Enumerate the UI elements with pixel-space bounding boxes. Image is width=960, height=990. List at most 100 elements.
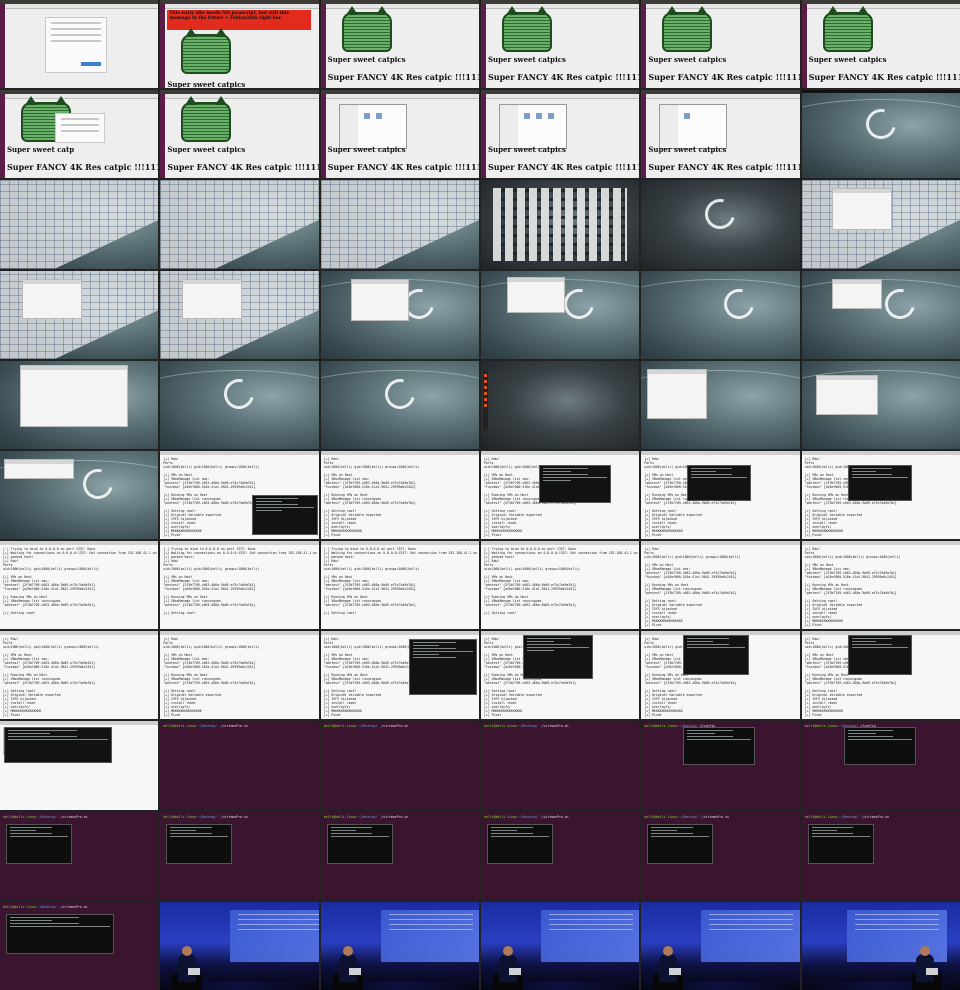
file-chooser <box>659 104 728 150</box>
terminal-window <box>538 464 611 503</box>
frame-4-cat-page: Super sweet catpics Super FANCY 4K Res c… <box>480 0 640 89</box>
laptop-icon <box>925 967 938 975</box>
frame-23-desktop <box>641 270 800 359</box>
exploit-output-text: [+] Rdw! Ports uid=1000(kelli) gid=1000(… <box>644 547 741 628</box>
app-window <box>815 374 878 415</box>
page-heading-large: Super FANCY 4K Res catpic !!!111 <box>648 162 800 173</box>
frame-62-stage-speaker <box>160 901 319 990</box>
app-dock[interactable] <box>482 370 488 431</box>
frame-66-stage-speaker <box>801 901 960 990</box>
frame-52-shell: kelli@kelli-linux:~/Desktop/ ./virtmaxPr… <box>480 721 640 810</box>
file-window <box>647 368 708 419</box>
frame-50-shell: kelli@kelli-linux:~/Desktop/ ./virtmaxPr… <box>160 721 319 810</box>
terminal-window <box>807 823 874 864</box>
terminal-window <box>252 494 319 535</box>
page-heading: Super sweet catpics <box>487 145 566 155</box>
page-heading: Super sweet catpics <box>808 55 887 64</box>
page-heading: Super sweet catpics <box>167 145 246 155</box>
app-window <box>182 278 243 319</box>
frame-21-desktop-window <box>320 270 479 359</box>
tiled-windows <box>0 180 159 269</box>
frame-17-desktop-dark <box>641 180 800 269</box>
frame-38-listener-output: [-] Trying to bind to 0.0.0.0 on port 13… <box>160 541 319 630</box>
frame-5-cat-page: Super sweet catpics Super FANCY 4K Res c… <box>641 0 800 89</box>
projection-screen <box>380 909 479 962</box>
terminal-window <box>486 823 553 864</box>
frame-26-desktop <box>160 360 319 449</box>
frame-61-shell-terminal: kelli@kelli-linux:~/Desktop/ ./virtmaxPr… <box>0 901 159 990</box>
folder-icon[interactable] <box>363 113 370 120</box>
shell-output: kelli@kelli-linux:~/Desktop/ ./virtmaxPr… <box>3 904 88 909</box>
app-window <box>350 278 409 321</box>
frame-58-shell-terminal: kelli@kelli-linux:~/Desktop/ ./virtmaxPr… <box>480 811 640 900</box>
shell-output: kelli@kelli-linux:~/Desktop/ ./virtmaxPr… <box>163 814 248 819</box>
terminal-window <box>847 464 912 501</box>
frame-11-file-dialog: Super sweet catpics Super FANCY 4K Res c… <box>641 90 800 179</box>
dialog-ok-button[interactable] <box>81 62 101 66</box>
frame-1-browser-dialog <box>0 0 159 89</box>
frame-34-exploit-output: [+] Rdw! Ports uid=1000(kelli) gid=1000(… <box>480 450 640 540</box>
terminal-window <box>4 727 112 764</box>
frame-14-spreadsheet-tiles <box>160 180 319 269</box>
shell-output: kelli@kelli-linux:~/Desktop/ ./virtmaxPr… <box>323 724 409 729</box>
app-window <box>506 276 565 313</box>
page-heading-large: Super FANCY 4K Res catpic !!!111 <box>808 72 960 82</box>
frame-33-exploit-output: [+] Rdw! Ports uid=1000(kelli) gid=1000(… <box>320 450 479 540</box>
listener-output-text: [-] Trying to bind to 0.0.0.0 on port 13… <box>323 547 478 616</box>
folder-icon[interactable] <box>547 113 554 120</box>
exploit-output-text: [+] Rdw! Ports uid=1000(kelli) gid=1000(… <box>323 456 420 537</box>
frame-3-cat-page: Super sweet catpics Super FANCY 4K Res c… <box>320 0 479 89</box>
frame-56-shell-terminal: kelli@kelli-linux:~/Desktop/ ./virtmaxPr… <box>160 811 319 900</box>
frame-57-shell-terminal: kelli@kelli-linux:~/Desktop/ ./virtmaxPr… <box>320 811 479 900</box>
terminal-window <box>847 635 912 676</box>
folder-icon[interactable] <box>523 113 530 120</box>
folder-icon[interactable] <box>535 113 542 120</box>
frame-48-exploit-output: [+] Rdw! Ports uid=1000(kelli) gid=1000(… <box>801 631 960 720</box>
frame-32-exploit-output: [+] Rdw! Ports uid=1000(kelli) gid=1000(… <box>160 450 319 540</box>
projection-screen <box>846 909 947 962</box>
shell-output: kelli@kelli-linux:~/Desktop/ ./virtmaxPr… <box>163 724 248 729</box>
frame-13-spreadsheet-tiles <box>0 180 159 269</box>
page-heading-large: Super FANCY 4K Res catpic !!!111 <box>487 162 640 173</box>
projection-screen <box>701 909 800 962</box>
browser-page <box>5 9 159 89</box>
frame-53-shell-terminal: kelli@kelli-linux:~/Desktop/ ifconfig <box>641 721 800 810</box>
frame-15-spreadsheet-tiles <box>320 180 479 269</box>
laptop-icon <box>508 967 521 975</box>
folder-icon[interactable] <box>684 113 691 120</box>
page-heading: Super sweet catpics <box>327 145 406 155</box>
exploit-output-text: [+] Rdw! Ports uid=1000(kelli) gid=1000(… <box>163 456 260 537</box>
app-window <box>4 458 74 479</box>
shell-output: kelli@kelli-linux:~/Desktop/ ./virtmaxPr… <box>644 814 729 819</box>
terminal-window <box>522 635 593 680</box>
frame-46-exploit-output: [+] Rdw! Ports uid=1000(kelli) gid=1000(… <box>480 631 640 720</box>
projection-screen <box>230 909 319 962</box>
frame-59-shell-terminal: kelli@kelli-linux:~/Desktop/ ./virtmaxPr… <box>641 811 800 900</box>
frame-31-desktop-window <box>0 450 159 540</box>
terminal-window <box>683 727 756 766</box>
frame-25-text-editor <box>0 360 159 449</box>
listener-output-text: [-] Trying to bind to 0.0.0.0 on port 13… <box>163 547 317 616</box>
listener-output-text: [-] Trying to bind to 0.0.0.0 on port 13… <box>483 547 638 616</box>
page-heading-large: Super FANCY 4K Res catpic !!!111 <box>327 162 479 173</box>
shell-output: kelli@kelli-linux:~/Desktop/ ./virtmaxPr… <box>483 724 569 729</box>
folder-icon[interactable] <box>375 113 382 120</box>
frame-28-activities-dock <box>480 360 640 449</box>
file-chooser <box>338 104 407 150</box>
shell-output: kelli@kelli-linux:~/Desktop/ ./virtmaxPr… <box>483 814 569 819</box>
file-chooser <box>498 104 567 150</box>
debian-swirl-icon <box>699 193 741 235</box>
frame-9-file-dialog: Super sweet catpics Super FANCY 4K Res c… <box>320 90 479 179</box>
frame-37-listener-output: [-] Trying to bind to 0.0.0.0 on port 13… <box>0 541 159 630</box>
window-thumbnails[interactable] <box>492 188 628 261</box>
page-heading-large: Super FANCY 4K Res catpic !!!111 <box>167 162 319 173</box>
laptop-icon <box>348 967 361 975</box>
page-heading: Super sweet catpics <box>327 55 406 64</box>
cat-image <box>341 6 392 52</box>
frame-12-debian-desktop <box>801 90 960 179</box>
laptop-icon <box>669 967 682 975</box>
frame-35-exploit-output: [+] Rdw! Ports uid=1000(kelli) gid=1000(… <box>641 450 800 540</box>
tiled-windows <box>160 180 319 269</box>
terminal-window <box>6 913 114 954</box>
frame-8-cat-page: Super sweet catpics Super FANCY 4K Res c… <box>160 90 319 179</box>
